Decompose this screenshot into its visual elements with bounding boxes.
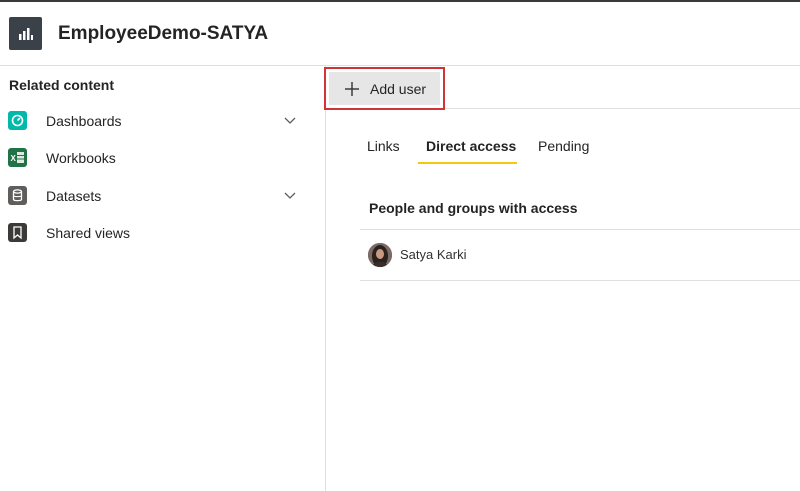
sidebar-heading: Related content (9, 77, 115, 93)
sidebar-item-label: Workbooks (46, 150, 116, 166)
tab-direct-access[interactable]: Direct access (426, 138, 516, 154)
sidebar-item-shared-views[interactable]: Shared views (0, 215, 326, 251)
section-heading: People and groups with access (369, 200, 578, 216)
divider (360, 280, 800, 281)
excel-workbook-icon: X (8, 148, 27, 167)
active-tab-indicator (418, 162, 517, 164)
person-name: Satya Karki (400, 247, 467, 262)
sidebar-item-datasets[interactable]: Datasets (0, 178, 326, 214)
sidebar-item-label: Datasets (46, 188, 102, 204)
sidebar-item-workbooks[interactable]: X Workbooks (0, 140, 326, 176)
svg-text:X: X (11, 154, 17, 163)
sidebar-item-dashboards[interactable]: Dashboards (0, 103, 326, 139)
report-bar-chart-icon (9, 17, 42, 50)
header: EmployeeDemo-SATYA (0, 2, 800, 66)
dataset-icon (8, 186, 27, 205)
dashboard-icon (8, 111, 27, 130)
chevron-down-icon[interactable] (283, 188, 297, 207)
tab-links[interactable]: Links (367, 138, 400, 154)
sidebar: Related content Dashboards X Workbooks D… (0, 66, 326, 491)
chevron-down-icon[interactable] (283, 113, 297, 132)
page-title: EmployeeDemo-SATYA (58, 23, 269, 44)
list-item[interactable]: Satya Karki (360, 230, 800, 280)
sidebar-item-label: Dashboards (46, 113, 122, 129)
bookmark-icon (8, 223, 27, 242)
plus-icon (345, 82, 359, 101)
main-panel: Add user Links Direct access Pending Peo… (324, 66, 800, 491)
sidebar-item-label: Shared views (46, 225, 131, 241)
add-user-button[interactable]: Add user (324, 67, 445, 110)
add-user-label: Add user (370, 81, 427, 97)
access-tabs: Links Direct access Pending (326, 134, 800, 166)
tab-pending[interactable]: Pending (538, 138, 589, 154)
toolbar: Add user (324, 66, 800, 110)
avatar (368, 243, 392, 267)
